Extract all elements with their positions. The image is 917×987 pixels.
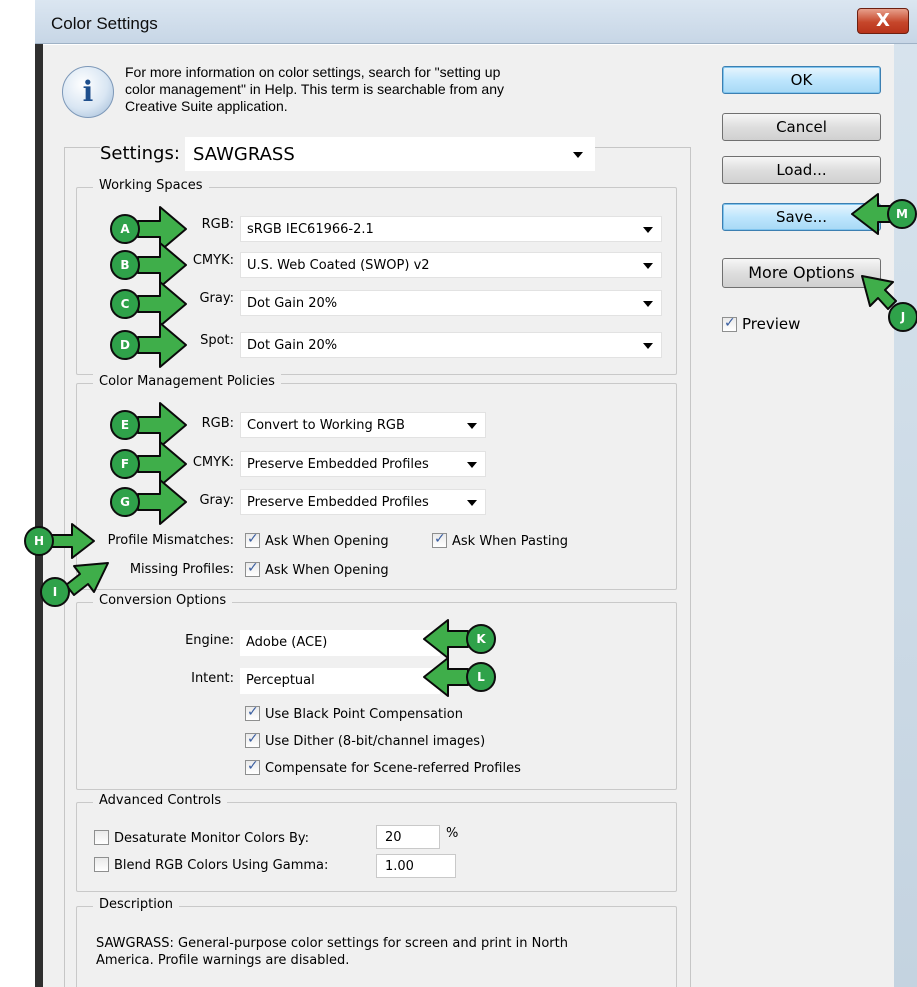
arrow-h — [51, 523, 95, 559]
callout-f: F — [110, 449, 140, 479]
callout-g: G — [110, 487, 140, 517]
arrow-l — [423, 657, 469, 697]
callout-d: D — [110, 330, 140, 360]
arrow-c — [137, 281, 187, 327]
arrow-i — [65, 562, 109, 596]
arrow-g — [137, 479, 187, 525]
callout-l: L — [466, 662, 496, 692]
arrow-e — [137, 402, 187, 448]
callout-k: K — [466, 624, 496, 654]
callout-i: I — [40, 577, 70, 607]
callout-e: E — [110, 410, 140, 440]
callout-m: M — [887, 199, 917, 229]
callout-h: H — [24, 526, 54, 556]
arrow-b — [137, 242, 187, 288]
callout-b: B — [110, 250, 140, 280]
arrow-f — [137, 441, 187, 487]
arrow-d — [137, 322, 187, 368]
arrow-k — [423, 619, 469, 659]
arrow-j — [861, 275, 897, 310]
callout-a: A — [110, 214, 140, 244]
callout-c: C — [110, 289, 140, 319]
callout-j: J — [888, 302, 917, 332]
